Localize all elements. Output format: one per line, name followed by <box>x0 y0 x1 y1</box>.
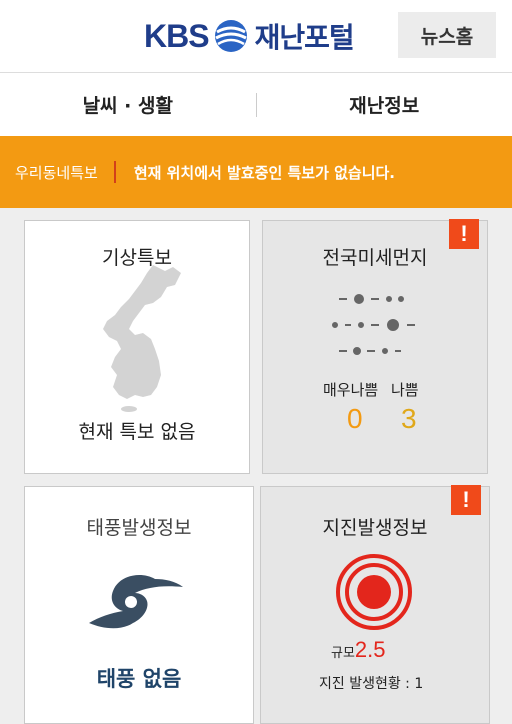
alert-badge-icon: ! <box>451 485 481 515</box>
typhoon-card[interactable]: 태풍발생정보 태풍 없음 <box>24 486 254 724</box>
alert-divider <box>113 161 116 183</box>
card-title: 태풍발생정보 <box>86 517 192 539</box>
bad-count: 3 <box>401 403 417 434</box>
earthquake-count: 지진 발생현황 : 1 <box>319 676 424 692</box>
logo-brand: KBS <box>144 17 210 54</box>
very-bad-label: 매우나쁨 <box>323 381 379 399</box>
weather-warning-card[interactable]: 기상특보 현재 특보 없음 <box>24 220 250 474</box>
kbs-ring-icon <box>214 20 247 52</box>
tab-weather-life[interactable]: 날씨 · 생활 <box>0 91 256 118</box>
earthquake-card[interactable]: 지진발생정보 ! 규모2.5 지진 발생현황 : 1 <box>260 485 490 724</box>
local-alert-bar[interactable]: 우리동네특보 현재 위치에서 발효중인 특보가 없습니다. <box>0 136 512 208</box>
local-alert-label: 우리동네특보 <box>15 163 98 182</box>
logo-title: 재난포털 <box>254 21 355 54</box>
typhoon-icon <box>89 575 183 629</box>
korea-map-icon <box>103 265 181 412</box>
main-tabs: 날씨 · 생활 재난정보 <box>0 72 512 136</box>
fine-dust-legend: 매우나쁨 나쁨 <box>323 379 427 400</box>
header: KBS 재난포털 뉴스홈 <box>0 0 512 72</box>
scale-value: 2.5 <box>354 637 386 662</box>
very-bad-count: 0 <box>347 403 363 434</box>
kbs-disaster-portal-logo[interactable]: KBS 재난포털 <box>144 14 355 58</box>
fine-dust-icon <box>332 294 415 355</box>
scale-label: 규모 <box>331 646 355 661</box>
earthquake-icon <box>336 554 412 630</box>
earthquake-scale: 규모2.5 <box>331 637 386 663</box>
news-home-button[interactable]: 뉴스홈 <box>398 12 496 58</box>
typhoon-status: 태풍 없음 <box>96 667 182 691</box>
tab-disaster-info[interactable]: 재난정보 <box>257 91 512 118</box>
weather-warning-status: 현재 특보 없음 <box>78 421 196 443</box>
local-alert-message: 현재 위치에서 발효중인 특보가 없습니다. <box>133 163 396 182</box>
bad-label: 나쁨 <box>390 381 419 399</box>
alert-badge-icon: ! <box>449 219 479 249</box>
card-title: 지진발생정보 <box>322 517 428 539</box>
fine-dust-card[interactable]: 전국미세먼지 ! 매우나쁨 나쁨 0 3 <box>262 219 488 474</box>
